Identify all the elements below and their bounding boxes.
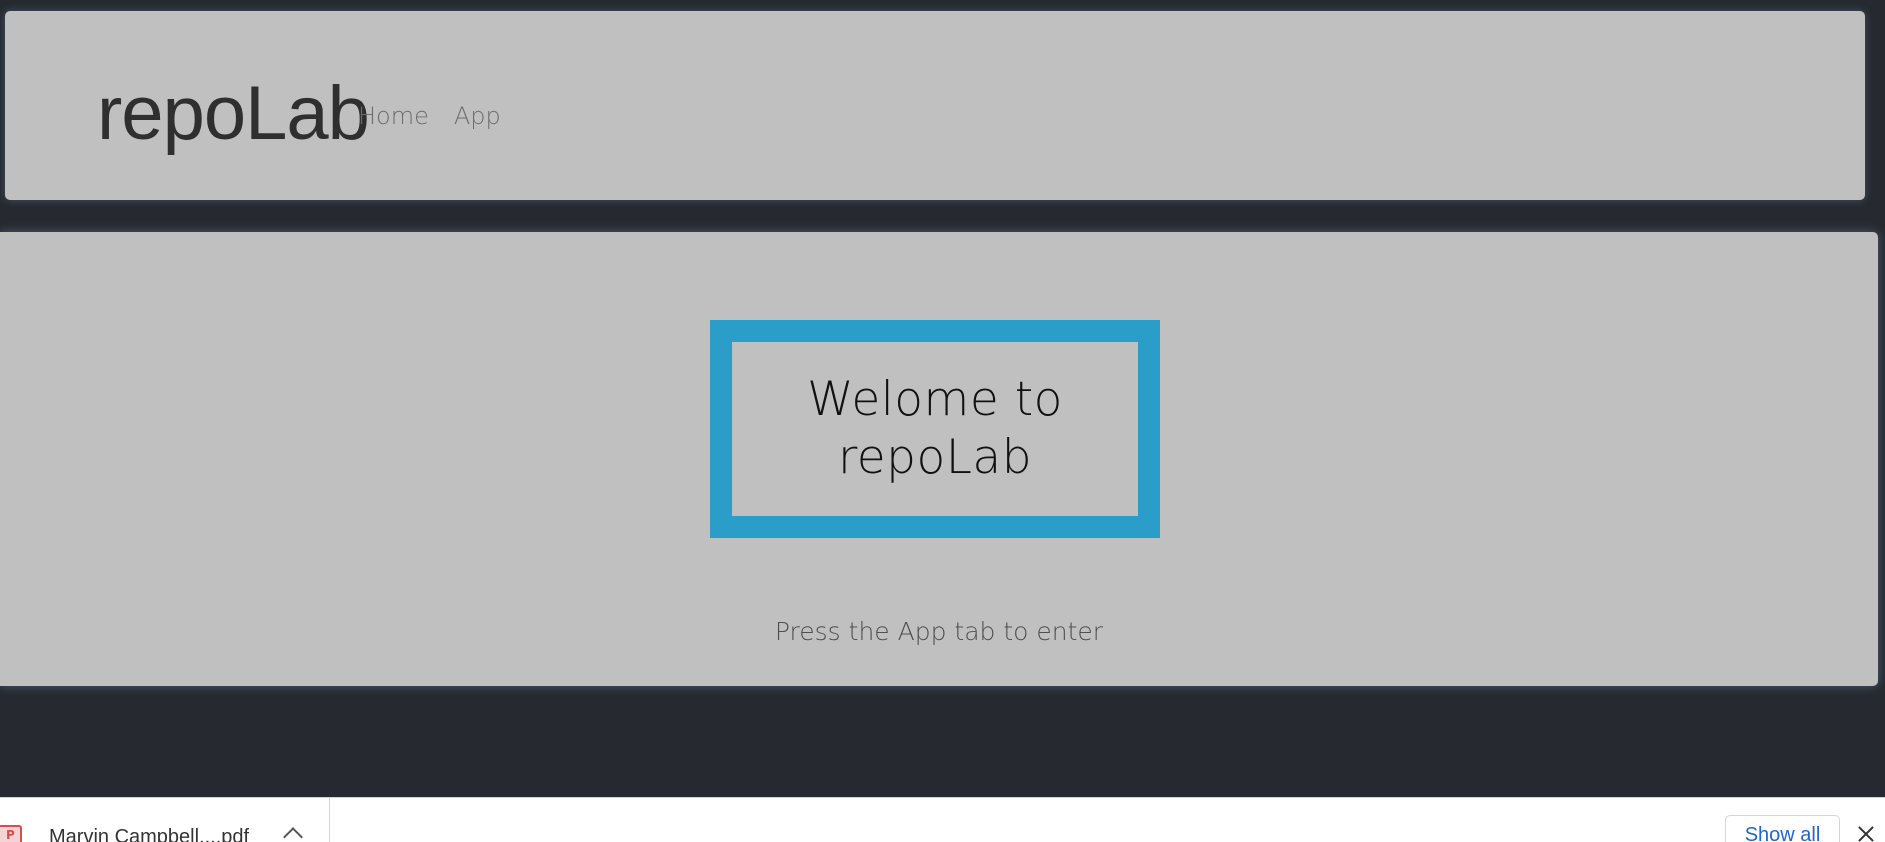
main-content-panel: Welome to repoLab Press the App tab to e… <box>0 232 1878 686</box>
nav-app-link[interactable]: App <box>454 99 501 133</box>
download-item[interactable]: Marvin Campbell....pdf <box>0 798 330 842</box>
site-brand: repoLab <box>97 71 370 156</box>
pdf-icon <box>0 825 22 842</box>
welcome-title: Welome to repoLab <box>807 372 1063 485</box>
nav-home-link[interactable]: Home <box>358 99 429 133</box>
close-icon[interactable] <box>1857 825 1875 842</box>
chevron-up-icon[interactable] <box>283 827 303 842</box>
show-all-button[interactable]: Show all <box>1725 815 1840 842</box>
top-header: repoLab Home App <box>5 11 1865 200</box>
download-file-name[interactable]: Marvin Campbell....pdf <box>49 826 249 842</box>
instruction-text: Press the App tab to enter <box>774 617 1104 646</box>
download-bar: Marvin Campbell....pdf Show all <box>0 797 1885 842</box>
welcome-box: Welome to repoLab <box>710 320 1160 538</box>
main-nav: Home App <box>358 99 501 133</box>
